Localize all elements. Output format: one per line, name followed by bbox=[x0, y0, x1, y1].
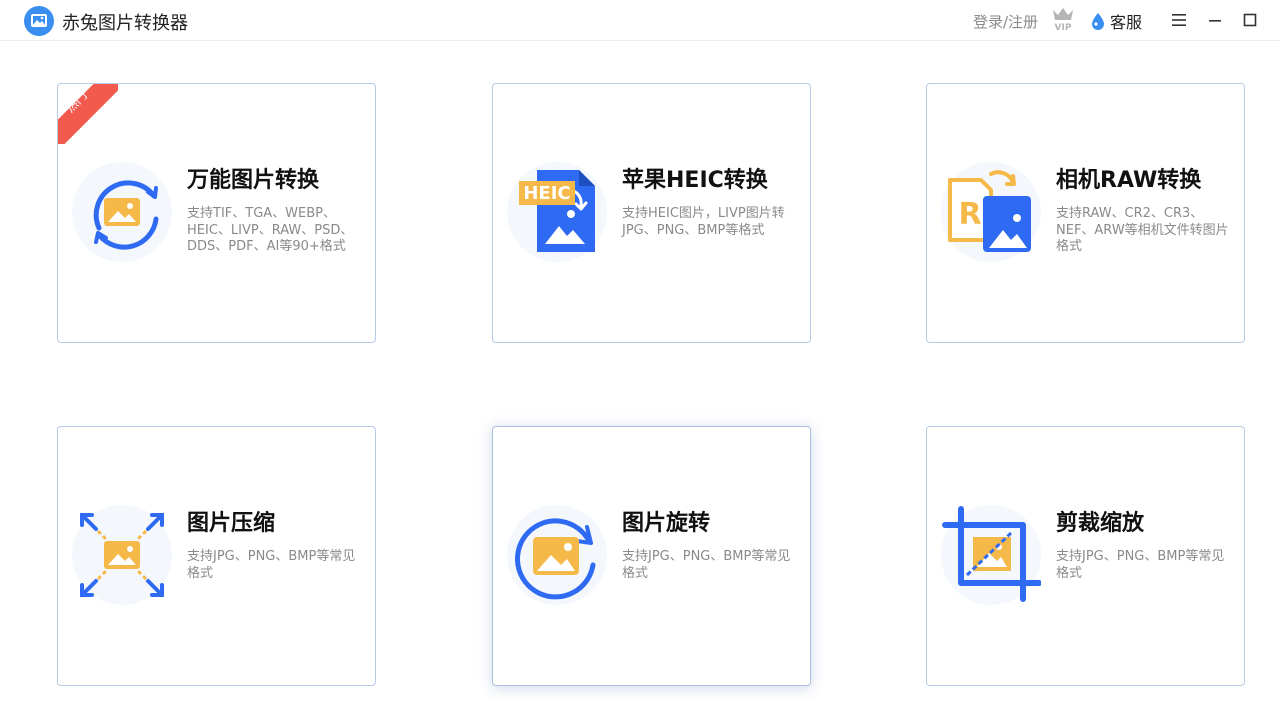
compress-icon bbox=[72, 505, 172, 605]
card-description: 支持HEIC图片，LIVP图片转JPG、PNG、BMP等格式 bbox=[622, 206, 785, 238]
card-universal-convert[interactable]: 热门 万能图片转换 支持TIF、TGA、WEBP、HEIC、LIVP、RAW、P… bbox=[57, 83, 376, 343]
card-raw-convert[interactable]: R 相机RAW转换 支持RAW、CR2、CR3、NEF、ARW等相机文件转图片格… bbox=[926, 83, 1245, 343]
raw-letter-text: R bbox=[958, 197, 981, 232]
card-description: 支持TIF、TGA、WEBP、HEIC、LIVP、RAW、PSD、DDS、PDF… bbox=[187, 206, 354, 254]
card-description: 支持JPG、PNG、BMP等常见格式 bbox=[1056, 549, 1225, 581]
maximize-icon[interactable] bbox=[1240, 10, 1260, 30]
card-title: 苹果HEIC转换 bbox=[622, 168, 768, 193]
card-title: 万能图片转换 bbox=[187, 168, 320, 193]
card-title: 剪裁缩放 bbox=[1056, 511, 1145, 536]
card-description: 支持RAW、CR2、CR3、NEF、ARW等相机文件转图片格式 bbox=[1056, 206, 1229, 254]
minimize-icon[interactable] bbox=[1205, 10, 1225, 30]
title-bar: 赤兔图片转换器 登录/注册 VIP 客服 bbox=[0, 0, 1280, 41]
customer-service-button[interactable]: 客服 bbox=[1090, 10, 1142, 32]
rotate-icon bbox=[507, 505, 607, 605]
card-description: 支持JPG、PNG、BMP等常见格式 bbox=[187, 549, 356, 581]
hot-ribbon: 热门 bbox=[58, 84, 118, 144]
card-title: 相机RAW转换 bbox=[1056, 168, 1202, 193]
service-drop-icon bbox=[1092, 13, 1104, 30]
card-title: 图片旋转 bbox=[622, 511, 711, 536]
card-description: 支持JPG、PNG、BMP等常见格式 bbox=[622, 549, 791, 581]
card-rotate[interactable]: 图片旋转 支持JPG、PNG、BMP等常见格式 bbox=[492, 426, 811, 686]
raw-convert-icon: R bbox=[941, 162, 1041, 262]
universal-convert-icon bbox=[72, 162, 172, 262]
login-register-link[interactable]: 登录/注册 bbox=[973, 11, 1038, 32]
service-label: 客服 bbox=[1110, 13, 1143, 32]
menu-icon[interactable] bbox=[1169, 10, 1189, 30]
crop-icon bbox=[941, 505, 1041, 605]
vip-crown-icon[interactable]: VIP bbox=[1050, 6, 1076, 32]
heic-convert-icon: HEIC bbox=[507, 162, 607, 262]
card-crop-scale[interactable]: 剪裁缩放 支持JPG、PNG、BMP等常见格式 bbox=[926, 426, 1245, 686]
heic-label-text: HEIC bbox=[523, 183, 570, 204]
app-logo-icon bbox=[24, 6, 54, 36]
card-compress[interactable]: 图片压缩 支持JPG、PNG、BMP等常见格式 bbox=[57, 426, 376, 686]
vip-badge-text: VIP bbox=[1055, 23, 1072, 32]
app-title: 赤兔图片转换器 bbox=[62, 13, 188, 34]
card-heic-convert[interactable]: HEIC 苹果HEIC转换 支持HEIC图片，LIVP图片转JPG、PNG、BM… bbox=[492, 83, 811, 343]
card-title: 图片压缩 bbox=[187, 511, 276, 536]
